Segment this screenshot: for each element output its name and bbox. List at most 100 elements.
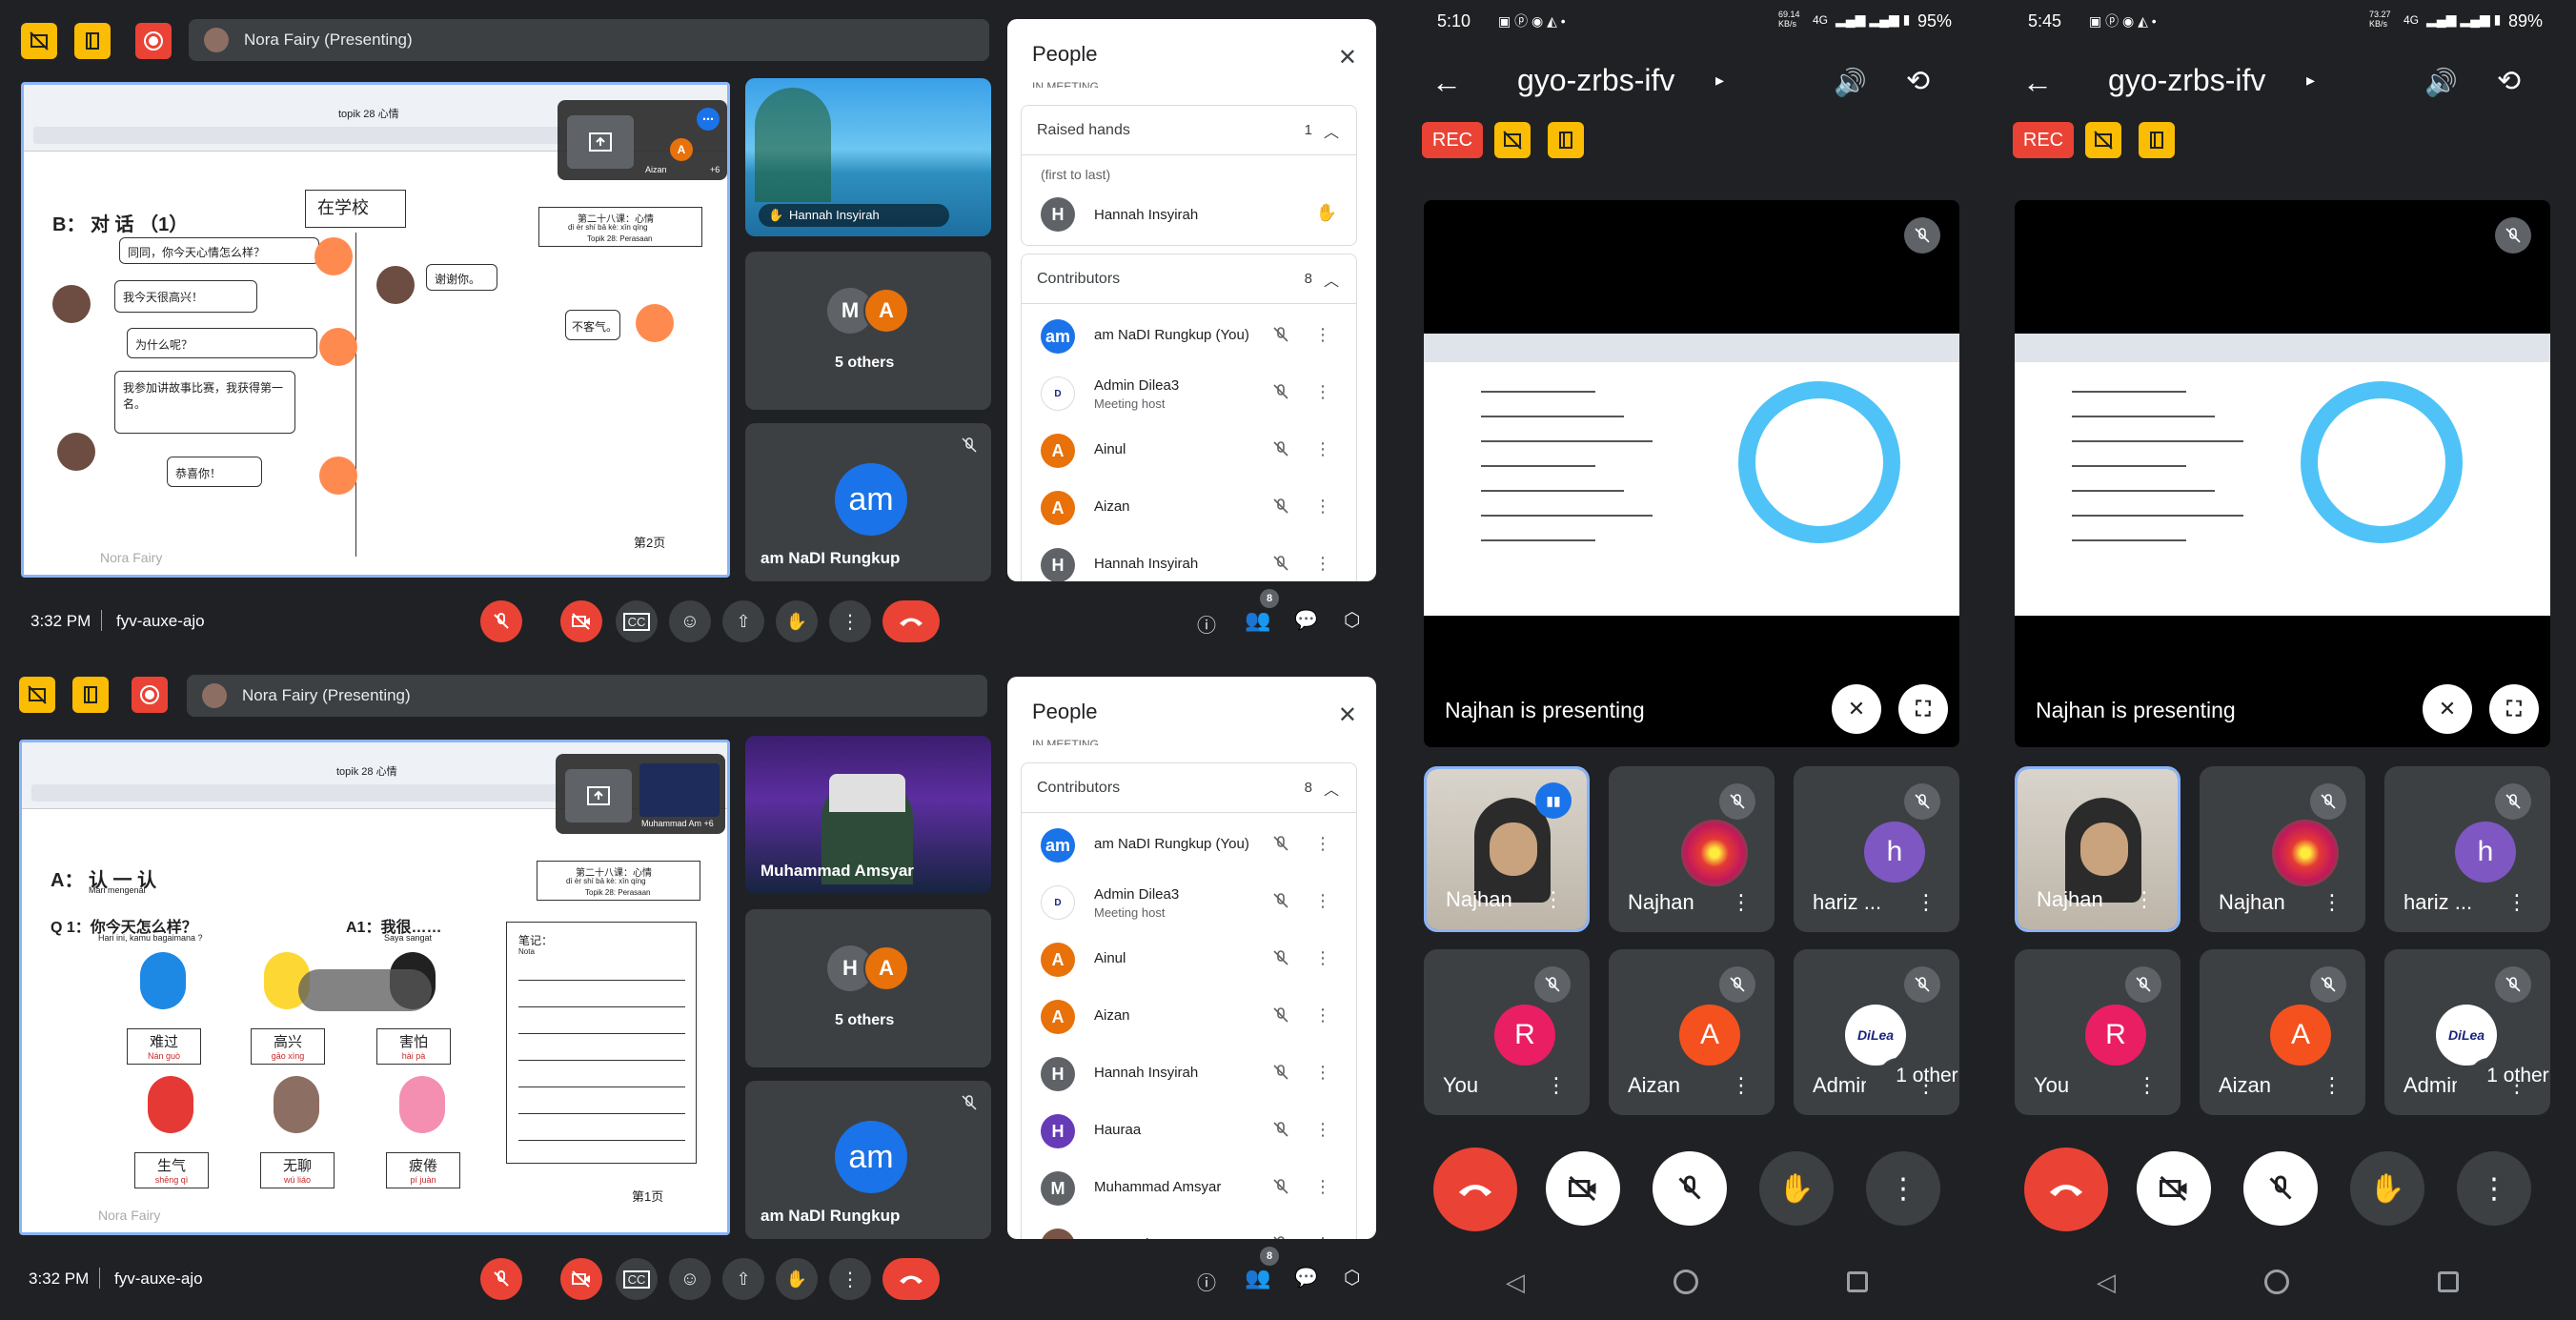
participant-tile[interactable]: h hariz ... ⋮	[1794, 766, 1959, 932]
chevron-right-icon[interactable]: ▸	[1715, 71, 1724, 91]
more-options-button[interactable]: ⋮	[2457, 1151, 2531, 1226]
emoji-button[interactable]: ☺	[669, 1258, 711, 1300]
more-vert-icon[interactable]: ⋮	[1731, 1073, 1752, 1098]
no-recording-icon[interactable]	[1494, 122, 1531, 158]
participant-tile[interactable]: Najhan ⋮	[1609, 766, 1775, 932]
participant-tile[interactable]: ✋ Hannah Insyirah	[745, 78, 991, 236]
chevron-up-icon[interactable]: ︿	[1324, 777, 1339, 800]
more-vert-icon[interactable]: ⋮	[1314, 439, 1331, 459]
transcript-icon[interactable]	[1548, 122, 1584, 158]
more-options-button[interactable]: ⋮	[1866, 1151, 1940, 1226]
recording-icon[interactable]	[135, 23, 172, 59]
mic-off-icon[interactable]	[1272, 555, 1289, 577]
nav-recents-icon[interactable]	[2438, 1271, 2459, 1292]
participant-tile[interactable]: R You ⋮	[2015, 949, 2180, 1115]
mic-off-icon[interactable]	[1272, 1235, 1289, 1239]
participant-row[interactable]: A Ainul ⋮	[1022, 931, 1356, 988]
mic-off-button[interactable]	[2243, 1151, 2318, 1226]
participant-tile[interactable]: R You ⋮	[1424, 949, 1590, 1115]
more-vert-icon[interactable]: ⋮	[1543, 887, 1564, 912]
more-vert-icon[interactable]: ⋮	[1314, 325, 1331, 345]
no-recording-icon[interactable]	[21, 23, 57, 59]
people-icon[interactable]: 👥	[1245, 1266, 1270, 1290]
presentation-tile[interactable]: Najhan is presenting ✕ ⛶	[1424, 200, 1959, 747]
back-arrow-icon[interactable]: ←	[1431, 65, 1462, 100]
chevron-up-icon[interactable]: ︿	[1324, 268, 1339, 291]
present-button[interactable]: ⇧	[722, 1258, 764, 1300]
transcript-icon[interactable]	[74, 23, 111, 59]
more-vert-icon[interactable]: ⋮	[2322, 1073, 2343, 1098]
camera-off-button[interactable]	[2137, 1151, 2211, 1226]
more-vert-icon[interactable]: ⋮	[1314, 1063, 1331, 1083]
more-vert-icon[interactable]: ⋮	[1731, 890, 1752, 915]
more-icon[interactable]: ⋯	[697, 108, 720, 131]
participant-tile[interactable]: ▮▮ Najhan ⋮	[1424, 766, 1590, 932]
participant-tile[interactable]: H A 5 others	[745, 909, 991, 1067]
speaker-icon[interactable]: 🔊	[2424, 67, 2458, 98]
close-icon[interactable]: ✕	[1338, 701, 1357, 729]
meeting-code[interactable]: gyo-zrbs-ifv	[2108, 63, 2265, 98]
chat-icon[interactable]: 💬	[1294, 1266, 1318, 1290]
info-icon[interactable]: ⓘ	[1197, 610, 1216, 638]
presentation-tile[interactable]: Najhan is presenting ✕ ⛶	[2015, 200, 2550, 747]
mic-off-button[interactable]	[480, 1258, 522, 1300]
more-vert-icon[interactable]: ⋮	[1314, 834, 1331, 854]
participant-row[interactable]: A Ainul ⋮	[1022, 422, 1356, 479]
participant-tile[interactable]: Najhan ⋮	[2015, 766, 2180, 932]
leave-call-button[interactable]	[882, 600, 940, 642]
participant-row[interactable]: H Hannah Insyirah ⋮	[1022, 1046, 1356, 1103]
mic-off-button[interactable]	[1653, 1151, 1727, 1226]
mic-off-button[interactable]	[480, 600, 522, 642]
mic-off-icon[interactable]	[1272, 892, 1289, 914]
participant-tile[interactable]: h hariz ... ⋮	[2384, 766, 2550, 932]
more-vert-icon[interactable]: ⋮	[1314, 382, 1331, 402]
participant-tile[interactable]: am am NaDI Rungkup	[745, 1081, 991, 1239]
no-recording-icon[interactable]	[2085, 122, 2121, 158]
nav-back-icon[interactable]: ◁	[2097, 1268, 2116, 1297]
mic-off-icon[interactable]	[1272, 440, 1289, 462]
mic-off-icon[interactable]	[1272, 326, 1289, 348]
more-vert-icon[interactable]: ⋮	[1916, 1073, 1937, 1098]
more-vert-icon[interactable]: ⋮	[2134, 887, 2155, 912]
participant-tile[interactable]: A Aizan ⋮	[2200, 949, 2365, 1115]
shared-screen[interactable]: topik 28 心情 A： 认 一 认 Mari mengenal 第二十八课…	[19, 740, 730, 1235]
participant-row[interactable]: D Admin Dilea3 Meeting host ⋮	[1022, 365, 1356, 422]
participant-row[interactable]: H Hannah Insyirah ⋮	[1022, 537, 1356, 581]
participant-tile[interactable]: A Aizan ⋮	[1609, 949, 1775, 1115]
transcript-icon[interactable]	[72, 677, 109, 713]
fullscreen-icon[interactable]: ⛶	[1898, 684, 1948, 734]
leave-call-button[interactable]	[882, 1258, 940, 1300]
meeting-code[interactable]: gyo-zrbs-ifv	[1517, 63, 1674, 98]
leave-call-button[interactable]	[2024, 1147, 2108, 1231]
raise-hand-button[interactable]: ✋	[2350, 1151, 2424, 1226]
participant-tile[interactable]: M A 5 others	[745, 252, 991, 410]
more-options-button[interactable]: ⋮	[829, 600, 871, 642]
more-vert-icon[interactable]: ⋮	[1314, 1120, 1331, 1140]
present-icon[interactable]	[565, 769, 632, 822]
camera-off-button[interactable]	[1546, 1151, 1620, 1226]
participant-row[interactable]: N Nora Fairy ⋮	[1022, 1217, 1356, 1239]
participant-row[interactable]: M Muhammad Amsyar ⋮	[1022, 1160, 1356, 1217]
more-vert-icon[interactable]: ⋮	[2506, 1073, 2527, 1098]
more-vert-icon[interactable]: ⋮	[1314, 554, 1331, 574]
chat-icon[interactable]: 💬	[1294, 608, 1318, 632]
mic-off-icon[interactable]	[1272, 1178, 1289, 1200]
list-item[interactable]: H Hannah Insyirah ✋	[1022, 186, 1356, 243]
present-button[interactable]: ⇧	[722, 600, 764, 642]
more-vert-icon[interactable]: ⋮	[1314, 1005, 1331, 1026]
people-icon[interactable]: 👥	[1245, 608, 1270, 633]
mic-off-icon[interactable]	[1272, 949, 1289, 971]
unpin-icon[interactable]: ✕	[1832, 684, 1881, 734]
nav-recents-icon[interactable]	[1847, 1271, 1868, 1292]
participant-tile[interactable]: Muhammad Amsyar	[745, 736, 991, 894]
participant-tile[interactable]: Najhan ⋮	[2200, 766, 2365, 932]
captions-button[interactable]: CC	[616, 600, 658, 642]
emoji-button[interactable]: ☺	[669, 600, 711, 642]
activities-icon[interactable]: ⬡	[1344, 608, 1360, 632]
participant-row[interactable]: D Admin Dilea3 Meeting host ⋮	[1022, 874, 1356, 931]
raise-hand-button[interactable]: ✋	[1759, 1151, 1834, 1226]
close-icon[interactable]: ✕	[1338, 44, 1357, 71]
mic-off-icon[interactable]	[1272, 1064, 1289, 1086]
more-vert-icon[interactable]: ⋮	[2506, 890, 2527, 915]
transcript-icon[interactable]	[2139, 122, 2175, 158]
